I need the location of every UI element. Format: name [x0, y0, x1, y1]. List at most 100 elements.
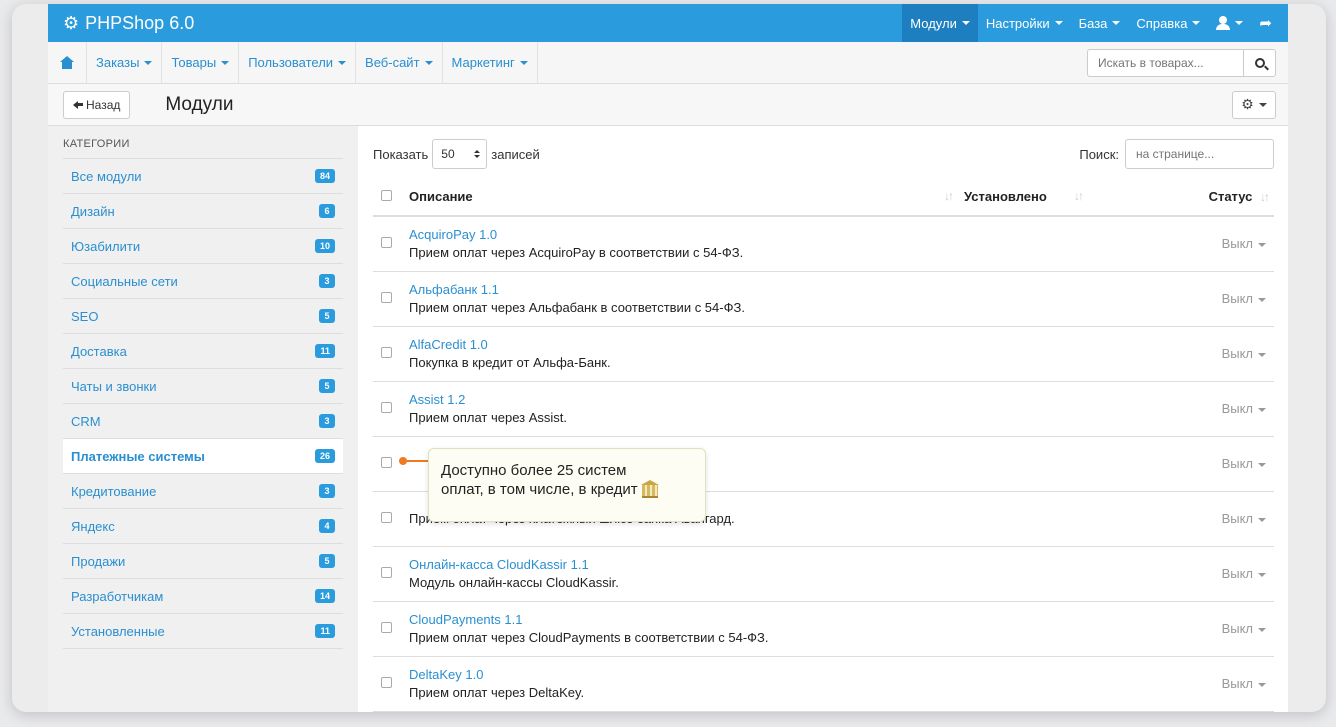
subnav-website[interactable]: Веб-сайт — [356, 41, 443, 84]
row-check-cell — [373, 546, 409, 602]
row-checkbox[interactable] — [381, 567, 392, 578]
subnav-users[interactable]: Пользователи — [239, 41, 357, 84]
search-button[interactable] — [1243, 48, 1276, 77]
row-check-cell — [373, 381, 409, 437]
count-badge: 10 — [314, 239, 335, 253]
sidebar-item-label: Социальные сети — [71, 273, 178, 289]
page-size-select[interactable]: 50 — [432, 139, 488, 169]
caret-down-icon — [1054, 21, 1063, 25]
sidebar-item-label: Установленные — [71, 623, 165, 639]
sidebar-item[interactable]: SEO 5 — [63, 299, 343, 334]
row-installed-cell — [964, 436, 1094, 492]
status-dropdown[interactable]: Выкл — [1222, 511, 1266, 526]
back-button[interactable]: Назад — [63, 90, 131, 119]
status-label: Выкл — [1221, 511, 1253, 526]
sidebar-item-label: Продажи — [71, 553, 126, 569]
select-all-cell — [373, 178, 409, 217]
tooltip-line-2-wrap: оплат, в том числе, в кредит — [441, 480, 693, 499]
row-check-cell — [373, 271, 409, 327]
status-dropdown[interactable]: Выкл — [1222, 621, 1266, 636]
sidebar: КАТЕГОРИИ Все модули 84 Дизайн 6 Юзабилити 10… — [48, 126, 358, 712]
row-checkbox[interactable] — [381, 457, 392, 468]
sidebar-item[interactable]: Разработчикам 14 — [63, 579, 343, 614]
table-row: Assist 1.2 Прием оплат через Assist. Выкл — [373, 381, 1274, 437]
search-icon — [1254, 57, 1265, 68]
gear-icon: ⚙ — [63, 12, 80, 33]
sub-nav-items: Заказы Товары Пользователи Веб-сайт Марк… — [48, 41, 538, 84]
status-dropdown[interactable]: Выкл — [1222, 236, 1266, 251]
module-name-link[interactable]: AlfaCredit 1.0 — [409, 336, 964, 354]
module-name-link[interactable]: DeltaKey 1.0 — [409, 666, 964, 684]
module-name-link[interactable]: Онлайн-касса CloudKassir 1.1 — [409, 556, 964, 574]
sidebar-item[interactable]: Доставка 11 — [63, 334, 343, 369]
topnav-settings[interactable]: Настройки — [978, 4, 1071, 42]
table-row: DeltaKey 1.0 Прием оплат через DeltaKey. В… — [373, 656, 1274, 712]
caret-down-icon — [1258, 462, 1266, 467]
row-status-cell: Выкл — [1094, 491, 1274, 547]
module-name-link[interactable]: AcquiroPay 1.0 — [409, 226, 964, 244]
select-all-checkbox[interactable] — [381, 190, 392, 201]
page-title: Модули — [165, 93, 234, 115]
sidebar-item[interactable]: Социальные сети 3 — [63, 264, 343, 299]
sidebar-item[interactable]: Платежные системы 26 — [63, 439, 343, 474]
row-check-cell — [373, 326, 409, 382]
status-dropdown[interactable]: Выкл — [1222, 676, 1266, 691]
sort-icon: ↓↑ — [1260, 190, 1270, 204]
module-name-link[interactable]: Альфабанк 1.1 — [409, 281, 964, 299]
find-label: Поиск: — [1079, 146, 1119, 162]
sidebar-item-label: Платежные системы — [71, 448, 205, 464]
sidebar-item[interactable]: Юзабилити 10 — [63, 229, 343, 264]
status-dropdown[interactable]: Выкл — [1222, 456, 1266, 471]
sidebar-item[interactable]: CRM 3 — [63, 404, 343, 439]
window-frame: ⚙ PHPShop 6.0 Модули Настройки База Спра… — [12, 4, 1326, 712]
status-dropdown[interactable]: Выкл — [1222, 291, 1266, 306]
sidebar-item[interactable]: Дизайн 6 — [63, 194, 343, 229]
status-dropdown[interactable]: Выкл — [1222, 401, 1266, 416]
sidebar-item[interactable]: Яндекс 4 — [63, 509, 343, 544]
sidebar-item[interactable]: Кредитование 3 — [63, 474, 343, 509]
row-checkbox[interactable] — [381, 402, 392, 413]
row-checkbox[interactable] — [381, 237, 392, 249]
subnav-marketing[interactable]: Маркетинг — [443, 41, 538, 84]
sidebar-item-label: Разработчикам — [71, 588, 164, 604]
topnav-share[interactable]: ➦ — [1251, 4, 1288, 42]
home-button[interactable] — [48, 41, 87, 84]
col-status-header[interactable]: Статус ↓↑ — [1094, 178, 1274, 217]
sidebar-item[interactable]: Чаты и звонки 5 — [63, 369, 343, 404]
sidebar-item[interactable]: Установленные 11 — [63, 614, 343, 649]
topnav-user[interactable] — [1208, 4, 1251, 42]
subnav-orders[interactable]: Заказы — [87, 41, 163, 84]
row-checkbox[interactable] — [381, 622, 392, 633]
row-checkbox[interactable] — [381, 347, 392, 358]
module-description: Прием оплат через Альфабанк в соответств… — [409, 299, 745, 315]
status-dropdown[interactable]: Выкл — [1222, 346, 1266, 361]
col-installed-label: Установлено — [964, 189, 1047, 204]
row-checkbox[interactable] — [381, 512, 392, 523]
col-desc-header[interactable]: Описание ↓↑ — [409, 178, 964, 217]
col-installed-header[interactable]: Установлено ↓↑ — [964, 178, 1094, 217]
sidebar-item-label: CRM — [71, 413, 101, 429]
module-name-link[interactable]: Assist 1.2 — [409, 391, 964, 409]
table-search-input[interactable] — [1125, 139, 1274, 169]
topnav-modules[interactable]: Модули — [902, 4, 978, 42]
settings-dropdown-button[interactable]: ⚙ — [1232, 90, 1276, 119]
subnav-products[interactable]: Товары — [162, 41, 240, 84]
top-nav: Модули Настройки База Справка ➦ — [902, 4, 1288, 42]
module-name-link[interactable]: CloudPayments 1.1 — [409, 611, 964, 629]
sidebar-item[interactable]: Все модули 84 — [63, 159, 343, 194]
sidebar-item[interactable]: Продажи 5 — [63, 544, 343, 579]
tooltip-line-1: Доступно более 25 систем — [441, 462, 627, 479]
admin-app: ⚙ PHPShop 6.0 Модули Настройки База Спра… — [48, 4, 1288, 712]
brand[interactable]: ⚙ PHPShop 6.0 — [48, 13, 194, 34]
row-checkbox[interactable] — [381, 677, 392, 688]
topnav-database[interactable]: База — [1071, 4, 1129, 42]
topnav-label: Настройки — [985, 15, 1050, 31]
status-dropdown[interactable]: Выкл — [1222, 566, 1266, 581]
product-search-input[interactable] — [1087, 48, 1243, 77]
topnav-help[interactable]: Справка — [1128, 4, 1208, 42]
sidebar-item-label: SEO — [71, 308, 99, 324]
sidebar-item-label: Яндекс — [71, 518, 115, 534]
subnav-label: Заказы — [96, 55, 140, 70]
row-checkbox[interactable] — [381, 292, 392, 303]
status-label: Выкл — [1221, 346, 1253, 361]
